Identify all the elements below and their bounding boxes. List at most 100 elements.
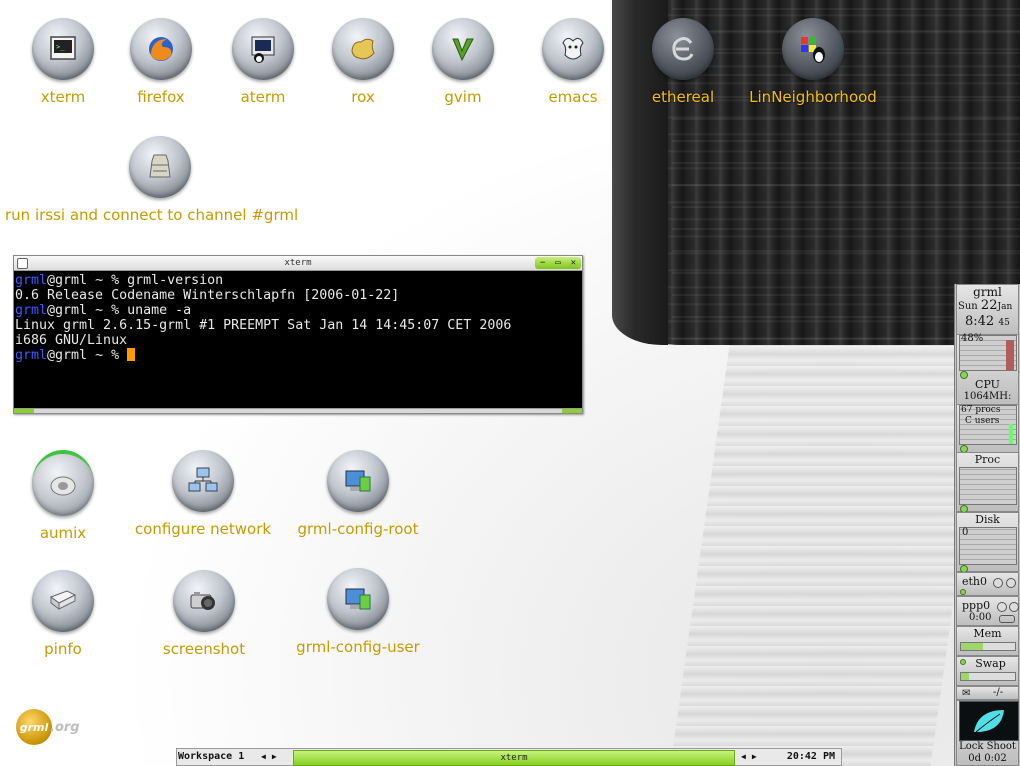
next-task-icon[interactable]: ▶ [752, 752, 763, 761]
window-title: xterm [284, 258, 312, 268]
xterm-window[interactable]: xterm − ▭ ✕ grml@grml ~ % grml-version 0.… [13, 255, 583, 414]
grml-logo-icon: grml [16, 709, 52, 745]
close-icon[interactable]: ✕ [571, 256, 576, 270]
ppp0-label: ppp0 [962, 599, 991, 612]
ppp0-time: 0:00 [969, 612, 992, 623]
gvim-icon [432, 18, 494, 80]
desktop-icon-linneighborhood[interactable]: LinNeighborhood [744, 18, 882, 106]
swap-bar-fill [961, 673, 969, 680]
terminal-line: Linux grml 2.6.15-grml #1 PREEMPT Sat Ja… [15, 318, 512, 333]
config-root-icon [327, 450, 389, 512]
window-menu-button[interactable] [17, 258, 28, 269]
icon-label: aumix [39, 524, 87, 542]
desktop-icon-configure-network[interactable]: configure network [127, 450, 279, 538]
ppp0-tx-icon [1009, 602, 1019, 612]
desktop-icon-firefox[interactable]: firefox [125, 18, 197, 106]
next-workspace-icon[interactable]: ▶ [272, 752, 283, 761]
procs-bar [1009, 424, 1013, 444]
desktop-icon-screenshot[interactable]: screenshot [158, 570, 250, 658]
window-controls: − ▭ ✕ [535, 257, 581, 269]
eth0-tx-icon [1006, 578, 1016, 588]
mem-bar-fill [961, 643, 983, 650]
icon-label: pinfo [44, 640, 82, 658]
icon-label: grml-config-root [297, 520, 419, 538]
icon-label: gvim [444, 88, 482, 106]
icon-label: xterm [40, 88, 86, 106]
cpu-led [960, 371, 968, 379]
cpu-frequency: 1064MH: [963, 391, 1012, 402]
emacs-icon [542, 18, 604, 80]
prev-task-icon[interactable]: ◀ [741, 752, 752, 761]
desktop-icon-aterm[interactable]: aterm [227, 18, 299, 106]
task-switcher: ◀▶ [741, 749, 763, 765]
desktop-icon-grml-config-root[interactable]: grml-config-root [291, 450, 425, 538]
desktop-icon-aumix[interactable]: aumix [27, 450, 99, 542]
desktop-icon-gvim[interactable]: gvim [427, 18, 499, 106]
desktop-icon-xterm[interactable]: >_ xterm [27, 18, 99, 106]
swap-label: Swap [975, 657, 1006, 670]
workspace-label[interactable]: Workspace 1 [178, 749, 244, 765]
desktop-icon-ethereal[interactable]: ethereal [647, 18, 719, 106]
swap-bar [960, 672, 1016, 681]
firefox-icon [130, 18, 192, 80]
users-count: C users [965, 416, 1000, 426]
dockapp-ppp0[interactable]: ppp0 0:00 [956, 596, 1019, 626]
book-icon [32, 570, 94, 632]
desktop-icon-rox[interactable]: rox [327, 18, 399, 106]
date-display: Sun 22Jan [958, 298, 1013, 313]
config-user-icon [327, 568, 389, 630]
procs-count: 67 procs [961, 405, 1001, 415]
xterm-titlebar[interactable]: xterm − ▭ ✕ [14, 256, 582, 271]
cpu-bar [1006, 340, 1014, 370]
workspace-switcher: ◀▶ [261, 749, 283, 765]
dockapp-disk[interactable]: Disk 0 [956, 512, 1019, 573]
cpu-label: CPU [975, 378, 1000, 391]
cpu-percent: 48% [961, 333, 984, 344]
dockapp-proc[interactable]: Proc [956, 452, 1019, 513]
proc-graph [959, 467, 1017, 505]
ppp0-connect-button[interactable] [999, 615, 1015, 623]
eth0-label: eth0 [962, 575, 988, 588]
envelope-icon: ✉ [962, 688, 971, 699]
dockapp-eth0[interactable]: eth0 [956, 572, 1019, 596]
terminal-output[interactable]: grml@grml ~ % grml-version 0.6 Release Co… [14, 271, 582, 409]
desktop-icon-pinfo[interactable]: pinfo [27, 570, 99, 658]
icon-label: ethereal [651, 88, 715, 106]
dockapp-clock[interactable]: grml Sun 22Jan 8:42 45 [956, 284, 1019, 336]
irssi-icon [129, 136, 191, 198]
window-resize-bar[interactable] [14, 408, 582, 413]
terminal-line: 0.6 Release Codename Winterschlapfn [200… [15, 288, 400, 303]
mail-count: -/- [993, 687, 1004, 698]
desktop-icon-grml-config-user[interactable]: grml-config-user [291, 568, 425, 656]
prev-workspace-icon[interactable]: ◀ [261, 752, 272, 761]
taskbar: Workspace 1 ◀▶ xterm ◀▶ 20:42 PM [176, 748, 842, 766]
proc-label: Proc [974, 453, 1001, 466]
uptime-display: 0d 0:02 [968, 753, 1007, 764]
ethereal-icon [652, 18, 714, 80]
icon-label: configure network [134, 520, 272, 538]
dockapp-procs[interactable]: 67 procs C users [956, 404, 1019, 454]
dockapp-lock-shoot[interactable]: Lock Shoot 0d 0:02 [956, 700, 1019, 766]
host-label: grml [973, 285, 1002, 299]
dockapp-swap[interactable]: Swap [956, 656, 1019, 686]
leaf-icon [959, 701, 1019, 741]
terminal-line: grml@grml ~ % uname -a [15, 303, 192, 318]
maximize-icon[interactable]: ▭ [555, 256, 560, 270]
terminal-line: grml@grml ~ % grml-version [15, 273, 224, 288]
icon-label: firefox [137, 88, 185, 106]
taskbar-item-xterm[interactable]: xterm [293, 750, 735, 766]
camera-icon [173, 570, 235, 632]
desktop-icon-emacs[interactable]: emacs [537, 18, 609, 106]
mem-bar [960, 642, 1016, 651]
grml-logo: grml .org [16, 709, 80, 745]
dockapp-cpu[interactable]: 48% CPU 1064MH: [956, 333, 1019, 406]
desktop-icon-irssi[interactable]: run irssi and connect to channel #grml [5, 136, 323, 224]
minimize-icon[interactable]: − [540, 256, 545, 270]
disk-value: 0 [962, 527, 969, 538]
linneighborhood-icon [782, 18, 844, 80]
swap-led [960, 659, 966, 665]
icon-label: LinNeighborhood [749, 88, 877, 106]
dockapp-mem[interactable]: Mem [956, 626, 1019, 656]
dockapp-mail[interactable]: ✉ -/- [956, 686, 1019, 700]
icon-label: grml-config-user [296, 638, 420, 656]
